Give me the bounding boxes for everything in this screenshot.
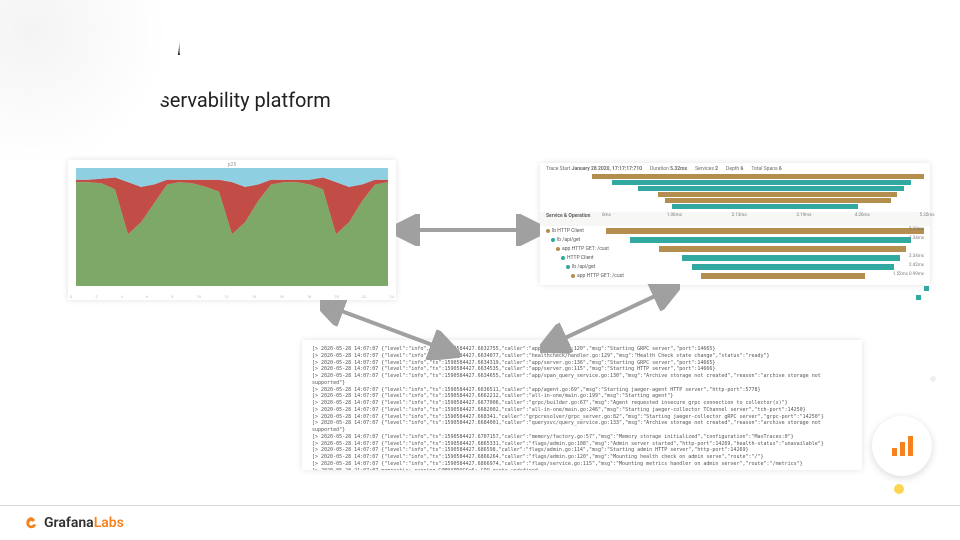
trace-row-duration: 5.32ms — [909, 227, 924, 232]
footer-brand-labs: Labs — [94, 515, 124, 531]
trace-row: lb /api/get 2.42ms — [546, 262, 924, 271]
service-dot-icon — [571, 274, 575, 278]
ruler-tick: 1.06ms — [667, 213, 682, 218]
service-operation-header: Service & Operation — [546, 213, 590, 219]
trace-row-duration: 2.34ms — [909, 254, 924, 259]
trace-row-bar — [630, 237, 912, 243]
trace-overview-bar — [592, 174, 924, 179]
trace-row: app HTTP GET: /cust 1.52ms 0.99ms — [546, 271, 924, 280]
metrics-panel: p25 024681012141618202224 — [68, 160, 396, 300]
arrow-metrics-logs — [320, 300, 460, 360]
ruler-tick: 0ms — [602, 213, 611, 218]
trace-row-name: lb /api/get — [572, 264, 595, 270]
trace-overview-bar — [612, 180, 911, 185]
trace-row: HTTP Client 2.34ms — [546, 253, 924, 262]
page-subtitle: As a full observability platform — [60, 88, 900, 112]
log-line: [> 2020-05-28 14:07:07 {"level":"info","… — [312, 454, 852, 461]
service-dot-icon — [546, 229, 550, 233]
log-line: [> 2020-05-28 14:07:07 {"level":"info","… — [312, 461, 852, 468]
log-line: [> 2020-05-28 14:07:07 {"level":"info","… — [312, 407, 852, 414]
trace-row-name: lb /api/get — [557, 237, 580, 243]
trace-row-bar — [659, 246, 905, 252]
log-line: [> 2020-05-28 21:07:07 memrestic: runnin… — [312, 468, 852, 471]
trace-overview-gantt — [592, 174, 924, 210]
log-line: [> 2020-05-28 14:07:07 {"level":"info","… — [312, 420, 852, 434]
trace-row-duration: 1.52ms 0.99ms — [893, 272, 924, 277]
trace-row: lb HTTP Client 5.32ms — [546, 226, 924, 235]
trace-row-bar — [692, 264, 895, 270]
trace-row: app HTTP GET: /cust — [546, 244, 924, 253]
decorative-dot-grey — [930, 376, 936, 382]
trace-overview-bar — [658, 192, 897, 197]
trace-row: lb /api/get 1.34ms — [546, 235, 924, 244]
grafana-bars-icon — [872, 416, 932, 476]
ruler-tick: 2.13ms — [732, 213, 747, 218]
log-line: [> 2020-05-28 14:07:07 {"level":"info","… — [312, 393, 852, 400]
ruler-tick: 4.26ms — [855, 213, 870, 218]
decorative-dots — [916, 286, 930, 304]
log-line: [> 2020-05-28 14:07:07 {"level":"info","… — [312, 447, 852, 454]
stacked-area-chart — [76, 168, 388, 286]
arrow-metrics-trace — [396, 210, 540, 250]
ruler-tick: 5.32ms — [920, 213, 935, 218]
decorative-dot-yellow — [894, 484, 904, 494]
trace-panel: Trace Start January 28 2020, 17:17:17:71… — [540, 163, 930, 285]
trace-row-name: lb HTTP Client — [552, 228, 584, 234]
service-dot-icon — [556, 247, 560, 251]
trace-row-name: HTTP Client — [567, 255, 594, 261]
trace-ruler: Service & Operation 0ms 1.06ms 2.13ms 3.19m… — [540, 212, 930, 226]
trace-row-bar — [701, 273, 865, 279]
ruler-tick: 3.19ms — [796, 213, 811, 218]
log-line: [> 2020-05-28 14:07:07 {"level":"info","… — [312, 366, 852, 373]
trace-row-bar — [682, 255, 900, 261]
trace-overview-bar — [665, 198, 891, 203]
grafana-logo-icon — [24, 516, 38, 530]
footer: Grafana Labs — [0, 505, 960, 540]
arrow-trace-logs — [540, 284, 680, 354]
page-title: Grafana — [60, 24, 900, 64]
trace-overview-bar — [672, 204, 858, 209]
trace-header: Trace Start January 28 2020, 17:17:17:71… — [540, 163, 930, 173]
service-dot-icon — [561, 256, 565, 260]
log-line: [> 2020-05-28 14:07:07 {"level":"info","… — [312, 441, 852, 448]
log-line: [> 2020-05-28 14:07:07 {"level":"info","… — [312, 400, 852, 407]
log-line: [> 2020-05-28 14:07:07 {"level":"info","… — [312, 434, 852, 441]
service-dot-icon — [551, 238, 555, 242]
footer-brand-grafana: Grafana — [44, 515, 94, 531]
trace-row-name: app HTTP GET: /cust — [562, 246, 609, 252]
log-line: [> 2020-05-28 14:07:07 {"level":"info","… — [312, 414, 852, 421]
trace-row-name: app HTTP GET: /cust — [577, 273, 624, 279]
trace-rows: lb HTTP Client 5.32ms lb /api/get 1.34ms app… — [546, 226, 924, 280]
service-dot-icon — [566, 265, 570, 269]
trace-row-duration: 2.42ms — [909, 263, 924, 268]
trace-row-bar — [606, 228, 924, 234]
log-line: [> 2020-05-28 14:07:07 {"level":"info","… — [312, 373, 852, 387]
log-line: [> 2020-05-28 14:07:07 {"level":"info","… — [312, 360, 852, 367]
log-line: [> 2020-05-28 14:07:07 {"level":"info","… — [312, 387, 852, 394]
trace-overview-bar — [638, 186, 904, 191]
trace-row-duration: 1.34ms — [909, 236, 924, 241]
decorative-arc — [0, 0, 180, 180]
